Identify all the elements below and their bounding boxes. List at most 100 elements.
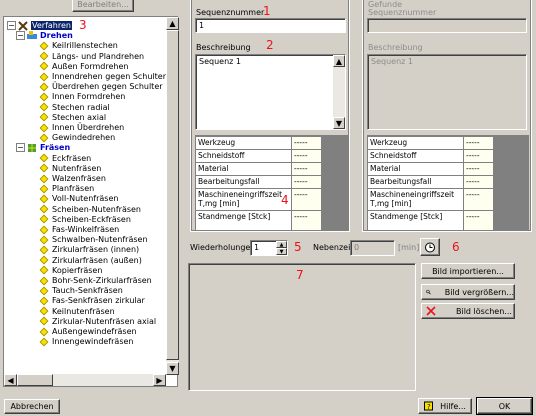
property-value: ----- [463, 210, 494, 231]
mill-icon [27, 143, 37, 153]
process-icon [39, 82, 49, 92]
found-description-label: Beschreibung [368, 43, 423, 52]
scroll-right-icon[interactable]: ▶ [153, 374, 166, 386]
spin-up-icon[interactable]: ▲ [276, 241, 287, 248]
property-value: ----- [291, 175, 322, 189]
scroll-down-icon[interactable]: ▼ [166, 362, 179, 375]
property-value: ----- [463, 136, 494, 150]
process-icon [39, 184, 49, 194]
property-name: Schneidstoff [195, 149, 292, 163]
scroll-up-icon[interactable]: ▲ [333, 55, 345, 67]
property-row: Maschineneingriffszeit T,mg [min] ----- [195, 188, 322, 211]
process-icon [39, 92, 49, 102]
tree-scrollbar[interactable]: ▲ ▼ [166, 17, 179, 375]
process-icon [39, 112, 49, 122]
property-row: Werkzeug ----- [195, 136, 322, 150]
process-icon [39, 153, 49, 163]
process-icon [39, 265, 49, 275]
process-tree[interactable]: − Verfahren − Drehen Keilrillenstechen Längs-… [3, 16, 178, 387]
spin-down-icon[interactable]: ▼ [276, 248, 287, 255]
enlarge-image-button[interactable]: Bild vergrößern... [421, 284, 515, 300]
collapse-group-icon[interactable]: − [16, 143, 25, 153]
description-textarea[interactable]: Sequenz 1 ▲ ▼ [195, 54, 346, 130]
property-value: ----- [291, 188, 322, 211]
property-row: Bearbeitungsfall ----- [195, 175, 322, 189]
scroll-thumb[interactable] [166, 30, 179, 360]
tool-properties-table: Werkzeug ----- Schneidstoff ----- Material --… [195, 136, 322, 231]
edit-button[interactable]: Bearbeiten... [72, 0, 134, 12]
process-icon [39, 102, 49, 112]
marker-2: 2 [266, 38, 274, 52]
property-row: Bearbeitungsfall ----- [367, 175, 494, 189]
hscroll-thumb[interactable] [17, 374, 53, 386]
property-name: Werkzeug [195, 136, 292, 150]
process-icon [39, 225, 49, 234]
collapse-root-icon[interactable]: − [7, 21, 16, 30]
idle-time-label: Nebenzeit [313, 243, 354, 252]
property-name: Standmenge [Stck] [367, 210, 464, 231]
property-name: Maschineneingriffszeit T,mg [min] [367, 188, 464, 211]
tree-item[interactable]: Innengewindefräsen [39, 336, 134, 347]
process-icon [39, 214, 49, 224]
property-row: Material ----- [367, 162, 494, 176]
process-icon [39, 123, 49, 132]
property-name: Standmenge [Stck] [195, 210, 292, 231]
process-icon [39, 174, 49, 183]
property-name: Material [195, 162, 292, 176]
process-icon [39, 51, 49, 61]
property-value: ----- [463, 175, 494, 189]
sequence-number-input[interactable]: 1 [195, 18, 346, 33]
delete-icon [426, 306, 436, 316]
process-icon [39, 163, 49, 173]
collapse-group-icon[interactable]: − [16, 31, 25, 41]
process-icon [39, 337, 49, 347]
import-image-button[interactable]: Bild importieren... [421, 263, 515, 279]
cancel-button[interactable]: Abbrechen [4, 399, 60, 414]
process-icon [39, 327, 49, 336]
property-value: ----- [291, 136, 322, 150]
marker-1: 1 [263, 4, 271, 18]
repetitions-spinner[interactable]: ▲ ▼ [276, 241, 287, 255]
help-book-icon: ? [424, 401, 434, 411]
found-properties-table: Werkzeug ----- Schneidstoff ----- Material --… [367, 136, 494, 231]
marker-7: 7 [296, 268, 304, 282]
property-row: Standmenge [Stck] ----- [367, 210, 494, 231]
idle-time-input: 0 [350, 240, 395, 256]
tools-icon [18, 20, 28, 31]
property-value: ----- [291, 149, 322, 163]
process-icon [39, 245, 49, 255]
tree-hscrollbar[interactable]: ◀ ▶ [4, 374, 166, 386]
process-icon [39, 276, 49, 285]
found-sequence-number-input [367, 18, 527, 33]
repetitions-label: Wiederholungen [190, 243, 256, 252]
process-icon [39, 133, 49, 143]
help-button[interactable]: ? Hilfe... [418, 398, 472, 414]
scroll-down-icon[interactable]: ▼ [333, 117, 345, 129]
scroll-up-icon[interactable]: ▲ [166, 17, 179, 30]
property-value: ----- [463, 149, 494, 163]
description-label: Beschreibung [196, 43, 251, 52]
delete-image-button[interactable]: Bild löschen... [421, 303, 515, 319]
magnifier-icon [426, 289, 431, 295]
process-icon [39, 194, 49, 204]
property-row: Schneidstoff ----- [367, 149, 494, 163]
process-icon [39, 235, 49, 245]
scroll-left-icon[interactable]: ◀ [4, 374, 17, 386]
marker-6: 6 [452, 240, 460, 254]
ok-button[interactable]: OK [476, 397, 533, 415]
idle-time-calc-button[interactable] [420, 238, 440, 256]
marker-5: 5 [294, 240, 302, 254]
property-row: Werkzeug ----- [367, 136, 494, 150]
lathe-icon [27, 30, 37, 41]
property-name: Bearbeitungsfall [367, 175, 464, 189]
property-name: Maschineneingriffszeit T,mg [min] [195, 188, 292, 211]
property-value: ----- [463, 162, 494, 176]
process-icon [39, 316, 49, 326]
idle-time-unit: [min] [398, 243, 420, 252]
process-icon [39, 306, 49, 316]
sequence-number-label: Sequenznummer [196, 8, 265, 17]
property-name: Bearbeitungsfall [195, 175, 292, 189]
process-icon [39, 41, 49, 51]
process-icon [39, 255, 49, 265]
found-sequence-number-label: Sequenznummer [368, 8, 437, 17]
